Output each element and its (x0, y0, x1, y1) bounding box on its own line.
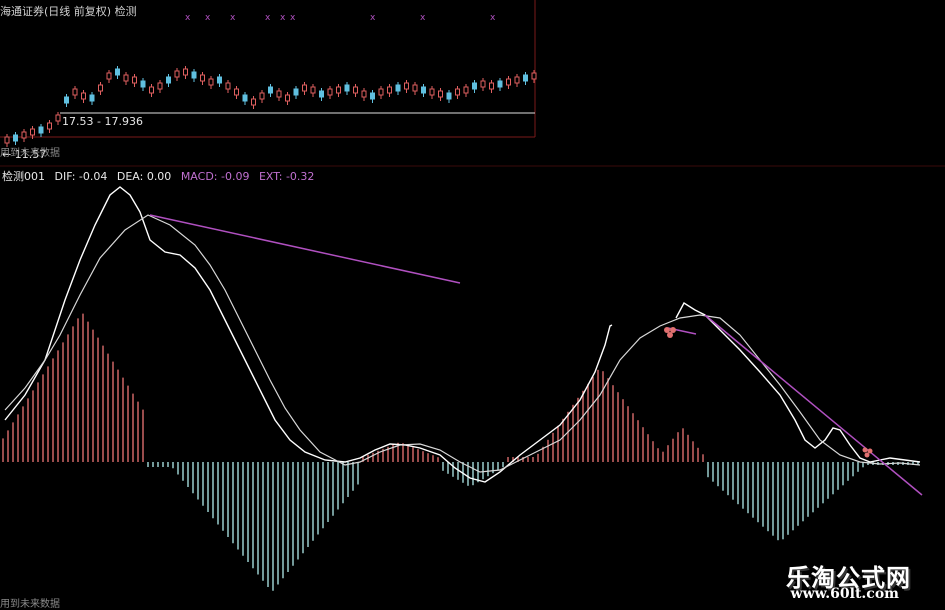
signal-x-marker: x (205, 13, 211, 23)
candle-body (319, 90, 324, 98)
candle-body (64, 96, 69, 104)
candle-body (106, 72, 112, 80)
candle-body (55, 114, 61, 122)
candle-body (344, 84, 350, 92)
candle-body (489, 82, 494, 90)
candle-body (4, 136, 10, 144)
candle-body (115, 68, 120, 76)
watermark-url: www.60lt.com (790, 586, 899, 602)
candle-body (234, 88, 239, 96)
candle-body (404, 82, 409, 90)
candle-body (174, 70, 180, 78)
candle-body (506, 78, 511, 86)
candle-body (217, 76, 222, 84)
candle-body (531, 72, 537, 80)
signal-x-marker: x (490, 13, 496, 23)
candle-body (523, 74, 528, 82)
candle-body (81, 92, 86, 100)
candle-body (285, 94, 290, 102)
mini-candlestick-series (4, 66, 537, 147)
indicator-chart[interactable]: xxxxxxxxx (0, 0, 945, 609)
candle-body (293, 88, 299, 96)
candle-body (327, 88, 333, 96)
candle-body (13, 134, 18, 142)
signal-x-marker: x (265, 13, 271, 23)
candle-body (200, 74, 205, 82)
candle-body (72, 88, 78, 96)
signal-x-marker: x (230, 13, 236, 23)
candle-body (183, 68, 188, 76)
signal-x-marker: x (290, 13, 296, 23)
candle-body (514, 76, 520, 84)
candle-body (123, 74, 129, 82)
candle-body (157, 82, 163, 90)
candle-body (463, 86, 469, 94)
candle-body (225, 82, 231, 90)
signal-x-marker: x (370, 13, 376, 23)
candle-body (353, 86, 358, 94)
candle-body (310, 86, 316, 94)
candle-body (140, 80, 146, 88)
candle-body (336, 86, 341, 94)
candle-body (166, 76, 171, 84)
trend-line-1 (149, 214, 461, 284)
signal-marker-row: xxxxxxxxx (185, 13, 496, 23)
candle-body (455, 88, 460, 96)
candle-body (302, 84, 307, 92)
signal-x-marker: x (185, 13, 191, 23)
candle-body (89, 94, 95, 102)
dif-line-segment-2 (675, 302, 921, 463)
candle-body (268, 86, 273, 94)
signal-x-marker: x (280, 13, 286, 23)
candle-body (251, 98, 256, 106)
candle-body (370, 92, 375, 100)
candle-body (412, 84, 418, 92)
candle-body (132, 76, 137, 84)
candle-body (38, 126, 44, 134)
candle-body (259, 92, 265, 100)
candle-body (242, 94, 248, 102)
candle-body (480, 80, 486, 88)
signal-x-marker: x (420, 13, 426, 23)
candle-body (361, 90, 367, 98)
candle-body (21, 131, 27, 139)
candle-body (421, 86, 426, 94)
candle-body (191, 71, 197, 79)
macd-histogram (2, 313, 919, 591)
candle-body (387, 86, 392, 94)
candle-body (30, 128, 35, 136)
candle-body (47, 122, 52, 130)
candle-body (497, 80, 503, 88)
candle-body (472, 82, 477, 90)
candle-body (378, 88, 384, 96)
candle-body (149, 86, 154, 94)
candle-body (395, 84, 401, 92)
candle-body (98, 84, 103, 92)
dif-line (4, 186, 613, 483)
candle-body (276, 90, 282, 98)
candle-body (438, 90, 443, 98)
candle-body (446, 92, 452, 100)
candle-body (208, 78, 214, 86)
candle-body (429, 88, 435, 96)
